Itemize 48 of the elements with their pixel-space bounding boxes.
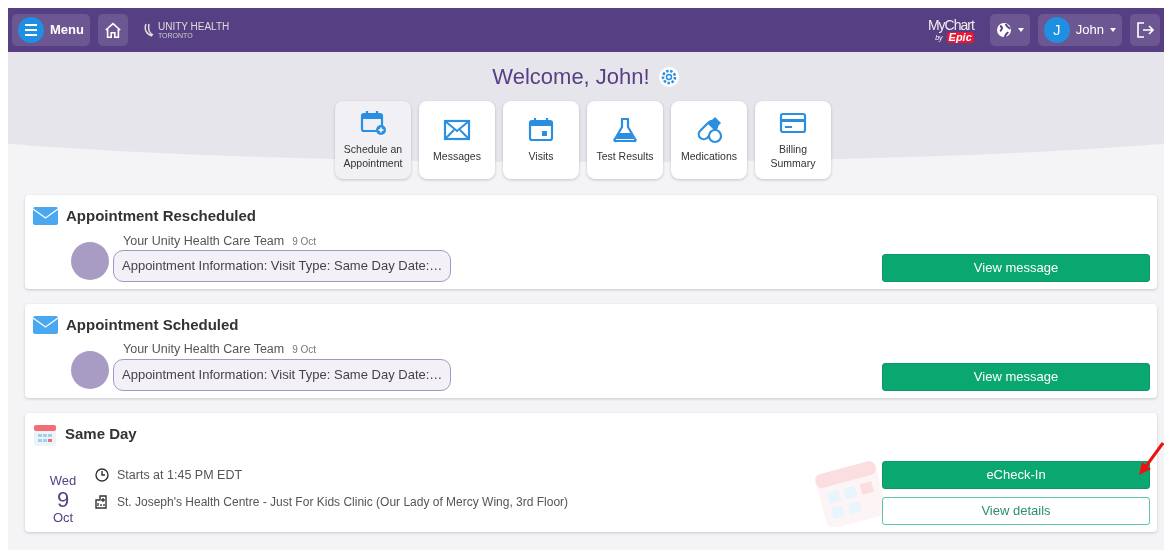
appointment-weekday: Wed <box>49 474 77 488</box>
welcome-heading: Welcome, John! <box>492 63 650 91</box>
shortcut-tile[interactable]: Schedule an Appointment <box>335 101 411 179</box>
message-date: 9 Oct <box>292 234 317 249</box>
appointment-location: St. Joseph's Health Centre - Just For Kids Clinic (Our Lady of Mercy Wing, 3rd Floor) <box>117 493 569 511</box>
shortcut-tile[interactable]: Test Results <box>587 101 663 179</box>
schedule-icon <box>359 109 387 138</box>
shortcut-tile[interactable]: Visits <box>503 101 579 179</box>
message-preview[interactable]: Appointment Information: Visit Type: Same Day Date:… <box>113 250 452 282</box>
avatar-icon <box>71 241 109 280</box>
logout-icon <box>1136 22 1154 38</box>
caret-icon <box>1110 28 1116 32</box>
envelope-icon <box>33 207 58 226</box>
appointment-month: Oct <box>52 510 74 525</box>
home-icon <box>103 21 122 39</box>
sender-name: Your Unity Health Care Team <box>123 341 285 359</box>
epic-logo: Epic <box>946 31 974 43</box>
caret-icon <box>1017 28 1024 32</box>
annotation-arrow <box>1138 442 1164 476</box>
shortcut-tile[interactable]: Billing Summary <box>755 101 831 179</box>
view-details-button[interactable]: View details <box>882 496 1150 525</box>
sender-name: Your Unity Health Care Team <box>123 232 285 250</box>
language-button[interactable] <box>989 14 1030 46</box>
medications-icon <box>695 116 723 145</box>
shortcut-tile[interactable]: Messages <box>419 101 495 179</box>
settings-icon[interactable] <box>657 65 680 88</box>
home-button[interactable] <box>97 14 128 46</box>
message-preview[interactable]: Appointment Information: Visit Type: Same Day Date:… <box>113 359 452 391</box>
appointment-day: 9 <box>56 487 70 511</box>
tests-icon <box>611 116 639 145</box>
message-date: 9 Oct <box>292 343 317 358</box>
message-title: Appointment Scheduled <box>66 314 239 335</box>
shortcut-tile[interactable]: Medications <box>671 101 747 179</box>
menu-button[interactable]: Menu <box>12 14 90 46</box>
envelope-icon <box>33 316 58 334</box>
avatar-icon <box>71 350 109 389</box>
globe-icon <box>995 22 1012 38</box>
appointment-time: Starts at 1:45 PM EDT <box>117 466 243 484</box>
logo-text: UNITY HEALTH <box>157 21 230 32</box>
brand-name: MyChart <box>927 17 974 32</box>
menu-icon <box>18 17 44 43</box>
user-avatar: J <box>1043 17 1070 43</box>
message-title: Appointment Rescheduled <box>66 206 256 226</box>
appointment-title: Same Day <box>65 424 137 445</box>
user-menu-button[interactable]: J John <box>1037 14 1122 46</box>
calendar-icon <box>33 422 57 447</box>
clock-icon <box>95 468 109 483</box>
logout-button[interactable] <box>1130 14 1160 46</box>
